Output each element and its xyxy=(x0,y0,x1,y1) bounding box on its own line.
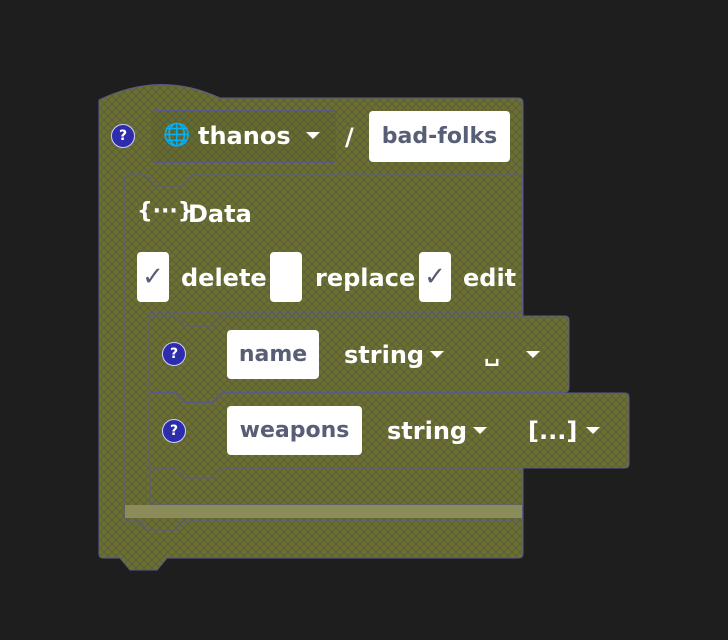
chevron-down-icon xyxy=(306,132,320,139)
help-icon-label: ? xyxy=(118,128,128,144)
help-icon[interactable]: ? xyxy=(162,342,186,366)
help-icon[interactable]: ? xyxy=(162,419,186,443)
braces-icon: {···} xyxy=(137,199,194,224)
block-canvas xyxy=(98,84,630,571)
type-label: string xyxy=(344,341,425,369)
globe-icon: 🌐 xyxy=(163,123,191,148)
help-icon-label: ? xyxy=(169,423,179,439)
field-name-input[interactable]: name xyxy=(227,330,319,379)
replace-label: replace xyxy=(315,264,416,292)
edit-label: edit xyxy=(463,264,517,292)
check-icon: ✓ xyxy=(142,262,164,292)
type-dropdown[interactable]: string xyxy=(379,406,504,455)
type-dropdown[interactable]: string xyxy=(336,330,461,379)
chevron-down-icon xyxy=(430,351,444,358)
field-weapons-input[interactable]: weapons xyxy=(227,406,362,455)
source-label: thanos xyxy=(198,122,291,150)
chevron-down-icon xyxy=(586,427,600,434)
mode-dropdown[interactable]: [...] xyxy=(518,406,616,455)
array-mode-label: [...] xyxy=(528,417,578,445)
help-icon-label: ? xyxy=(169,346,179,362)
chevron-down-icon xyxy=(473,427,487,434)
delete-checkbox[interactable]: ✓ xyxy=(137,252,169,302)
collection-name-field[interactable]: bad-folks xyxy=(369,111,510,162)
replace-checkbox[interactable] xyxy=(270,252,302,302)
chevron-down-icon xyxy=(526,351,540,358)
help-icon[interactable]: ? xyxy=(111,124,135,148)
edit-checkbox[interactable]: ✓ xyxy=(419,252,451,302)
type-label: string xyxy=(387,417,468,445)
source-dropdown[interactable]: 🌐 thanos xyxy=(151,110,336,163)
mode-dropdown[interactable]: ␣ xyxy=(474,330,556,379)
path-separator: / xyxy=(345,123,354,151)
check-icon: ✓ xyxy=(424,262,446,292)
space-icon: ␣ xyxy=(484,342,500,367)
data-block-title: Data xyxy=(188,200,252,228)
delete-label: delete xyxy=(181,264,267,292)
data-block-arm xyxy=(125,505,522,518)
